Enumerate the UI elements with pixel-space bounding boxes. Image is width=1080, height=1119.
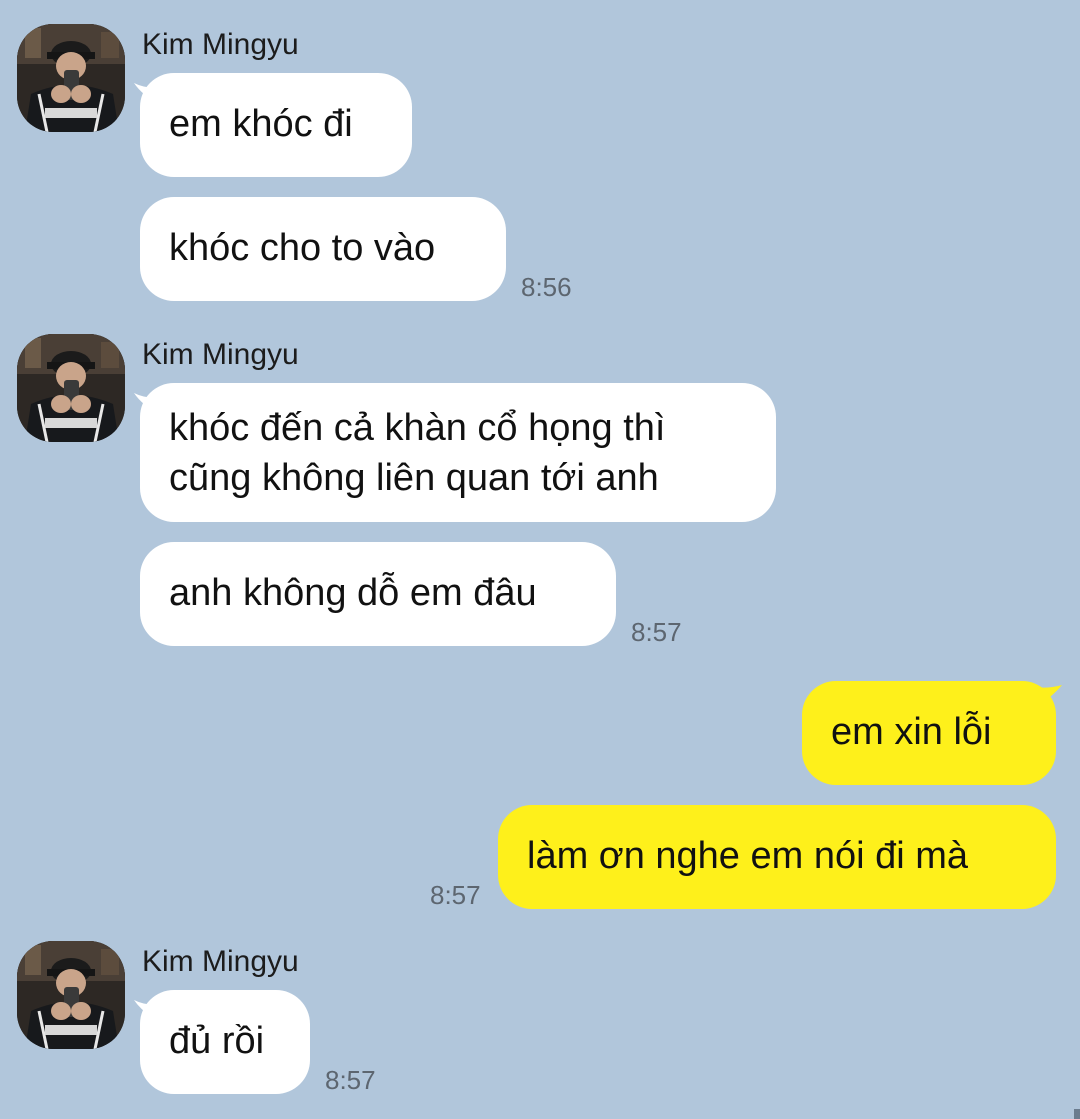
profile-photo-icon (17, 24, 125, 132)
message-text: em khóc đi (169, 103, 353, 145)
my-message-bubble[interactable]: em xin lỗi (802, 681, 1056, 785)
chat-message-list[interactable]: Kim Mingyu em khóc đi khóc cho to vào 8:… (0, 0, 1080, 1119)
sender-name: Kim Mingyu (142, 945, 299, 978)
message-text: làm ơn nghe em nói đi mà (527, 835, 969, 877)
message-timestamp: 8:56 (521, 272, 572, 302)
message-text: khóc cho to vào (169, 227, 436, 269)
message-bubble[interactable]: khóc cho to vào (140, 197, 506, 301)
contact-avatar[interactable] (17, 941, 125, 1049)
contact-avatar[interactable] (17, 24, 125, 132)
message-text: đủ rồi (169, 1020, 265, 1062)
message-text: anh không dỗ em đâu (169, 572, 537, 614)
message-timestamp: 8:57 (325, 1065, 376, 1095)
message-text-line: khóc đến cả khàn cổ họng thì (169, 407, 666, 449)
message-bubble[interactable]: khóc đến cả khàn cổ họng thì cũng không … (140, 383, 776, 522)
sender-name: Kim Mingyu (142, 28, 299, 61)
contact-avatar[interactable] (17, 334, 125, 442)
sender-name: Kim Mingyu (142, 338, 299, 371)
profile-photo-icon (17, 334, 125, 442)
message-bubble[interactable]: em khóc đi (140, 73, 412, 177)
profile-photo-icon (17, 941, 125, 1049)
message-timestamp: 8:57 (631, 617, 682, 647)
message-text-line: cũng không liên quan tới anh (169, 457, 659, 499)
scrollbar-thumb[interactable] (1074, 1109, 1080, 1119)
message-text: em xin lỗi (831, 711, 992, 753)
message-bubble[interactable]: anh không dỗ em đâu (140, 542, 616, 646)
message-bubble[interactable]: đủ rồi (140, 990, 310, 1094)
message-timestamp: 8:57 (430, 880, 481, 910)
my-message-bubble[interactable]: làm ơn nghe em nói đi mà (498, 805, 1056, 909)
